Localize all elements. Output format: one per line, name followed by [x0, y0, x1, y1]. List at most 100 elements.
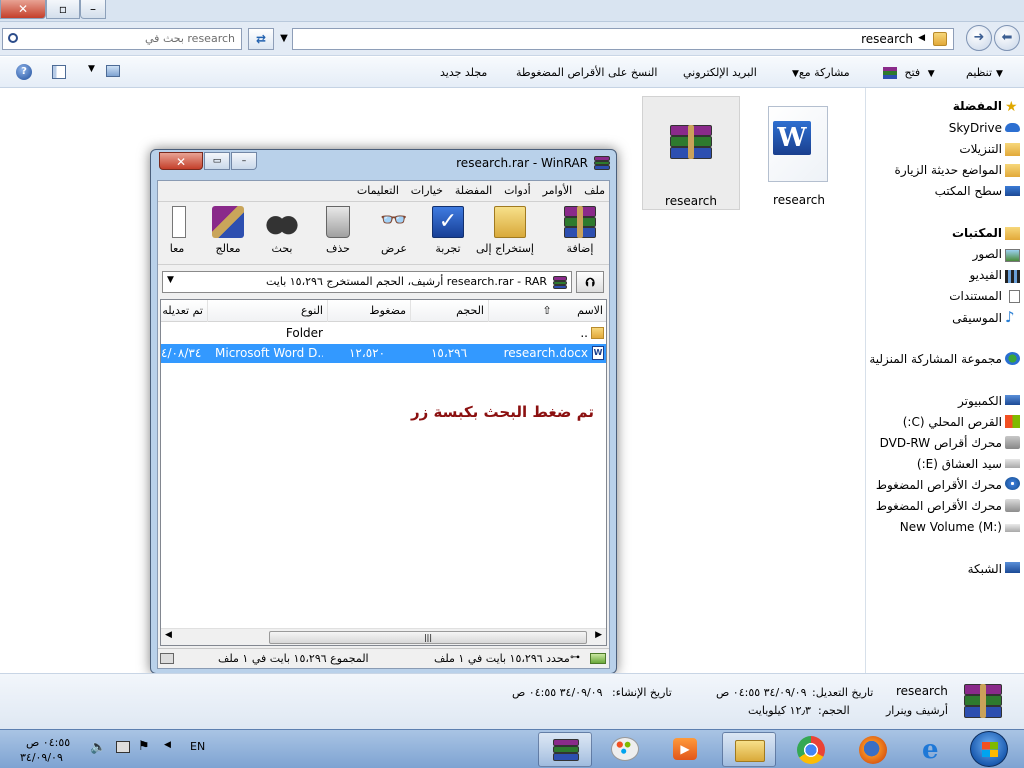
recent-places-icon [1005, 164, 1020, 177]
menu-help[interactable]: التعليمات [357, 181, 399, 201]
nav-pictures[interactable]: الصور [973, 247, 1002, 261]
volume-icon[interactable]: 🔈 [90, 740, 106, 755]
open-button[interactable]: ▼ فتح [883, 66, 935, 79]
taskbar-internet-explorer[interactable]: e [908, 732, 962, 767]
nav-drive-c[interactable]: القرص المحلي (C:) [903, 415, 1002, 429]
help-icon[interactable]: ? [16, 64, 32, 80]
forward-button[interactable]: ➜ [966, 25, 992, 51]
nav-documents[interactable]: المستندات [949, 289, 1002, 303]
nav-recent-places[interactable]: المواضع حديثة الزيارة [895, 163, 1002, 177]
details-pane: research أرشيف وينرار تاريخ التعديل: ٣٤/… [0, 673, 1024, 729]
window-minimize-button[interactable]: – [80, 0, 106, 19]
info-button[interactable]: معا [146, 204, 194, 264]
winrar-path-bar: ▼ research.rar - RAR أرشيف، الحجم المستخ… [158, 267, 609, 297]
nav-drive-m[interactable]: New Volume (M:) [900, 520, 1002, 534]
taskbar-firefox[interactable] [846, 732, 900, 767]
taskbar-winrar[interactable] [538, 732, 592, 767]
archive-path-field[interactable]: ▼ research.rar - RAR أرشيف، الحجم المستخ… [162, 271, 572, 293]
column-modified[interactable]: تم تعديله [161, 300, 207, 322]
refresh-button[interactable]: ⇄ [248, 28, 274, 50]
nav-favorites[interactable]: المفضلة [953, 99, 1002, 113]
language-indicator[interactable]: EN [190, 740, 205, 753]
nav-videos[interactable]: الفيديو [969, 268, 1002, 282]
add-button[interactable]: إضافة [556, 204, 604, 264]
view-button[interactable]: 👓 عرض [370, 204, 418, 264]
scrollbar-thumb[interactable]: ||| [269, 631, 587, 644]
share-with-button[interactable]: مشاركة مع▼ [788, 66, 850, 79]
file-item-rar[interactable]: research [642, 96, 740, 210]
table-row[interactable]: .. Folder [161, 324, 606, 343]
nav-homegroup[interactable]: مجموعة المشاركة المنزلية [869, 352, 1002, 366]
address-dropdown-button[interactable]: ▼ [276, 28, 292, 50]
wizard-button[interactable]: معالج [204, 204, 252, 264]
view-options-dropdown[interactable]: ▼ [88, 64, 95, 74]
menu-options[interactable]: خيارات [411, 181, 443, 201]
scroll-left-arrow-icon[interactable]: ◀ [165, 630, 172, 640]
status-total: المجموع ١٥،٢٩٦ بايت في ١ ملف [218, 652, 369, 665]
address-field[interactable]: research ◀ [292, 28, 954, 50]
show-hidden-icons-icon[interactable]: ◀ [164, 740, 171, 750]
breadcrumb-arrow-icon[interactable]: ◀ [918, 33, 925, 43]
nav-skydrive[interactable]: SkyDrive [949, 121, 1002, 135]
preview-pane-icon[interactable] [52, 65, 66, 79]
clock-time[interactable]: ٠٤:٥٥ ص [26, 736, 70, 749]
nav-cd-drive-2[interactable]: محرك الأقراص المضغوط [876, 499, 1002, 513]
nav-network[interactable]: الشبكة [968, 562, 1002, 576]
taskbar-media-player[interactable]: ▶ [658, 732, 712, 767]
email-button[interactable]: البريد الإلكتروني [683, 66, 757, 79]
winrar-window[interactable]: ✕ ▭ – research.rar - WinRAR ملف الأوامر … [150, 149, 617, 674]
network-icon [1005, 562, 1020, 573]
winrar-maximize-button[interactable]: ▭ [204, 152, 230, 170]
menu-favorites[interactable]: المفضلة [455, 181, 492, 201]
test-button[interactable]: ✓ تجربة [424, 204, 472, 264]
delete-button[interactable]: حذف [314, 204, 362, 264]
path-dropdown-arrow-icon[interactable]: ▼ [167, 275, 174, 285]
view-glasses-icon: 👓 [380, 208, 408, 233]
nav-downloads[interactable]: التنزيلات [959, 142, 1002, 156]
menu-file[interactable]: ملف [584, 181, 605, 201]
new-folder-button[interactable]: مجلد جديد [440, 66, 487, 79]
nav-desktop[interactable]: سطح المكتب [935, 184, 1002, 198]
nav-cd-drive-1[interactable]: محرك الأقراص المضغوط [876, 478, 1002, 492]
menu-commands[interactable]: الأوامر [543, 181, 573, 201]
archive-path-text: research.rar - RAR أرشيف، الحجم المستخرج… [265, 275, 547, 288]
winrar-close-button[interactable]: ✕ [159, 152, 203, 170]
network-tray-icon[interactable] [116, 741, 130, 753]
file-item-docx[interactable]: W research [750, 96, 848, 210]
column-name[interactable]: الاسم ⇧ [488, 300, 607, 322]
change-view-icon[interactable] [106, 65, 120, 77]
column-type[interactable]: النوع [207, 300, 327, 322]
table-row-selected[interactable]: research.docx W ١٥،٢٩٦ ١٢،٥٢٠ Microsoft … [161, 344, 606, 363]
taskbar-chrome[interactable] [784, 732, 838, 767]
nav-drive-dvd[interactable]: محرك أقراص DVD-RW [880, 436, 1002, 450]
horizontal-scrollbar[interactable]: ◀ ||| ▶ [161, 628, 606, 645]
scroll-right-arrow-icon[interactable]: ▶ [595, 630, 602, 640]
add-archive-icon [564, 206, 596, 238]
column-packed[interactable]: مضغوط [327, 300, 410, 322]
nav-computer[interactable]: الكمبيوتر [958, 394, 1002, 408]
clock-date[interactable]: ٣٤/٠٩/٠٩ [20, 751, 63, 764]
taskbar-paint[interactable] [598, 732, 652, 767]
nav-drive-e[interactable]: سيد العشاق (E:) [917, 457, 1002, 471]
start-button[interactable] [970, 731, 1008, 767]
menu-tools[interactable]: أدوات [504, 181, 531, 201]
burn-button[interactable]: النسخ على الأقراص المضغوطة [516, 66, 657, 79]
search-input[interactable]: بحث في research [2, 28, 242, 50]
window-close-button[interactable]: ✕ [0, 0, 46, 19]
taskbar-explorer[interactable] [722, 732, 776, 767]
nav-music[interactable]: الموسيقى [952, 311, 1002, 325]
details-created-label: تاريخ الإنشاء: [612, 686, 672, 699]
binoculars-icon [266, 206, 298, 238]
extract-to-button[interactable]: إستخراج إلى [476, 204, 534, 264]
nav-libraries[interactable]: المكتبات [952, 226, 1002, 240]
organize-button[interactable]: ▼تنظيم [966, 66, 1003, 79]
winrar-minimize-button[interactable]: – [231, 152, 257, 170]
column-size[interactable]: الحجم [410, 300, 488, 322]
up-folder-button[interactable]: ⮉ [576, 271, 604, 293]
command-bar: ? ▼ مجلد جديد النسخ على الأقراص المضغوطة… [0, 57, 1024, 88]
find-button[interactable]: بحث [258, 204, 306, 264]
action-center-flag-icon[interactable]: ⚑ [138, 739, 150, 754]
back-button[interactable]: ⬅ [994, 25, 1020, 51]
window-maximize-button[interactable]: ▫ [46, 0, 80, 19]
archive-file-list[interactable]: الاسم ⇧ الحجم مضغوط النوع تم تعديله .. F… [160, 299, 607, 646]
